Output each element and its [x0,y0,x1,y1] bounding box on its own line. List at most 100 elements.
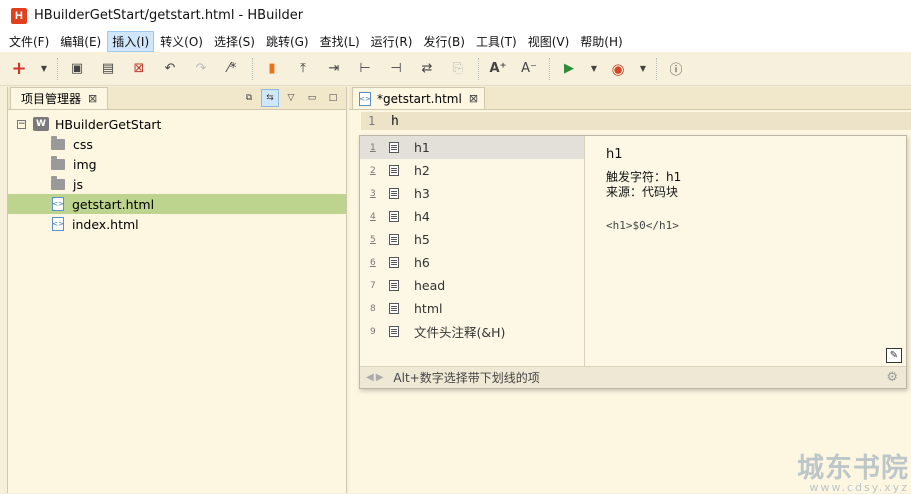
shortcut-number: 8 [370,303,376,314]
html-file-icon: <> [52,197,64,211]
run-dropdown-icon[interactable]: ▼ [589,58,599,80]
suggestion-item[interactable]: 9 文件头注释(&H) [360,320,584,343]
comment-icon[interactable]: ⤒ [292,58,314,80]
menu-edit[interactable]: 编辑(E) [55,31,106,52]
toolbar: + ▼ ▣ ▤ ⊠ ↶ ↷ ⁄* ▮ ⤒ ⇥ ⊢ ⊣ ⇄ ⎘ A⁺ A⁻ ▶ ▼… [0,52,911,86]
code-line[interactable]: 1 h [361,112,911,130]
move-left-icon[interactable]: ⊢ [354,58,376,80]
run-icon[interactable]: ▶ [558,58,580,80]
tree-item-index[interactable]: <> index.html [8,214,346,234]
new-dropdown-icon[interactable]: ▼ [39,58,49,80]
close-icon[interactable]: ⊠ [469,92,478,105]
shortcut-number: 1 [370,142,376,153]
tree-item-getstart[interactable]: <> getstart.html [8,194,346,214]
suggestion-item[interactable]: 6 h6 [360,251,584,274]
snippet-icon [389,257,399,268]
footer-hint: Alt+数字选择带下划线的项 [393,371,540,385]
save-all-icon[interactable]: ▤ [97,58,119,80]
menu-insert[interactable]: 插入(I) [107,31,155,52]
close-file-icon[interactable]: ⊠ [128,58,150,80]
format-icon[interactable]: ⁄* [221,58,243,80]
toolbar-separator [549,57,550,80]
detail-snippet: <h1>$0</h1> [606,219,679,232]
redo-icon[interactable]: ↷ [190,58,212,80]
browser-icon[interactable]: ◉ [607,58,629,80]
minimize-icon[interactable]: ▭ [303,89,321,107]
collapse-all-icon[interactable]: ⧉ [240,89,258,107]
suggestion-item[interactable]: 2 h2 [360,159,584,182]
gear-icon[interactable]: ⚙ [886,370,898,385]
suggestion-label: h6 [414,255,430,270]
browser-dropdown-icon[interactable]: ▼ [638,58,648,80]
next-arrow-icon[interactable]: ▶ [376,372,384,383]
tree-item-label: HBuilderGetStart [55,116,162,132]
undo-icon[interactable]: ↶ [159,58,181,80]
close-icon[interactable]: ⊠ [88,92,97,105]
tab-label: *getstart.html [377,91,462,106]
menu-find[interactable]: 查找(L) [315,31,365,52]
menu-escape[interactable]: 转义(O) [155,31,208,52]
suggestion-item[interactable]: 3 h3 [360,182,584,205]
indent-icon[interactable]: ⇥ [323,58,345,80]
line-number: 1 [368,114,376,128]
suggestion-item[interactable]: 8 html [360,297,584,320]
suggestion-label: h2 [414,163,430,178]
snippet-icon [389,211,399,222]
outline-icon[interactable]: ⎘ [447,58,469,80]
font-increase-icon[interactable]: A⁺ [487,58,509,80]
folder-icon [51,135,65,150]
tab-project-manager[interactable]: 项目管理器 ⊠ [10,87,109,109]
tab-getstart[interactable]: <> *getstart.html ⊠ [352,87,486,109]
folder-icon [51,155,65,170]
save-icon[interactable]: ▣ [66,58,88,80]
menu-help[interactable]: 帮助(H) [575,31,627,52]
editor-tab-bar: <> *getstart.html ⊠ [349,87,911,110]
menu-view[interactable]: 视图(V) [523,31,575,52]
tree-item-label: img [73,156,97,172]
tab-label: 项目管理器 [21,92,82,106]
edit-snippet-icon[interactable]: ✎ [886,348,902,363]
tree-item-label: getstart.html [72,196,155,212]
toolbar-separator [656,57,657,80]
suggestion-label: 文件头注释(&H) [414,325,506,340]
suggestion-list: 1 h1 2 h2 3 h3 4 h4 5 h5 6 h6 7 head 8 h… [360,136,585,367]
toolbar-separator [478,57,479,80]
menu-select[interactable]: 选择(S) [209,31,260,52]
detail-trigger: 触发字符：h1 [606,170,682,184]
watermark-url: www.cdsy.xyz [809,481,909,494]
snippet-icon [389,165,399,176]
suggestion-label: h1 [414,140,430,155]
menu-publish[interactable]: 发行(B) [418,31,470,52]
font-decrease-icon[interactable]: A⁻ [518,58,540,80]
suggestion-item[interactable]: 7 head [360,274,584,297]
menu-goto[interactable]: 跳转(G) [261,31,314,52]
suggestion-item[interactable]: 1 h1 [360,136,584,159]
menu-tools[interactable]: 工具(T) [471,31,522,52]
new-icon[interactable]: + [8,58,30,80]
link-editor-icon[interactable]: ⇆ [261,89,279,107]
suggestion-label: h4 [414,209,430,224]
autocomplete-popup: 1 h1 2 h2 3 h3 4 h4 5 h5 6 h6 7 head 8 h… [359,135,907,389]
code-text[interactable]: h [391,114,399,129]
suggestion-item[interactable]: 4 h4 [360,205,584,228]
menu-run[interactable]: 运行(R) [366,31,418,52]
maximize-icon[interactable]: □ [324,89,342,107]
project-tree: − W HBuilderGetStart css img js <> getst… [8,110,346,234]
folder-icon [51,175,65,190]
menu-file[interactable]: 文件(F) [4,31,54,52]
menu-bar: 文件(F) 编辑(E) 插入(I) 转义(O) 选择(S) 跳转(G) 查找(L… [0,31,911,52]
suggestion-label: html [414,301,443,316]
suggestion-item[interactable]: 5 h5 [360,228,584,251]
info-icon[interactable]: ⓘ [665,58,687,80]
prev-arrow-icon[interactable]: ◀ [366,372,374,383]
view-menu-icon[interactable]: ▽ [282,89,300,107]
move-right-icon[interactable]: ⊣ [385,58,407,80]
bookmark-icon[interactable]: ▮ [261,58,283,80]
wrap-icon[interactable]: ⇄ [416,58,438,80]
tree-item-js[interactable]: js [8,174,346,194]
collapse-icon[interactable]: − [17,119,26,129]
toolbar-separator [252,57,253,80]
tree-item-css[interactable]: css [8,134,346,154]
tree-item-project[interactable]: − W HBuilderGetStart [8,114,346,134]
tree-item-img[interactable]: img [8,154,346,174]
